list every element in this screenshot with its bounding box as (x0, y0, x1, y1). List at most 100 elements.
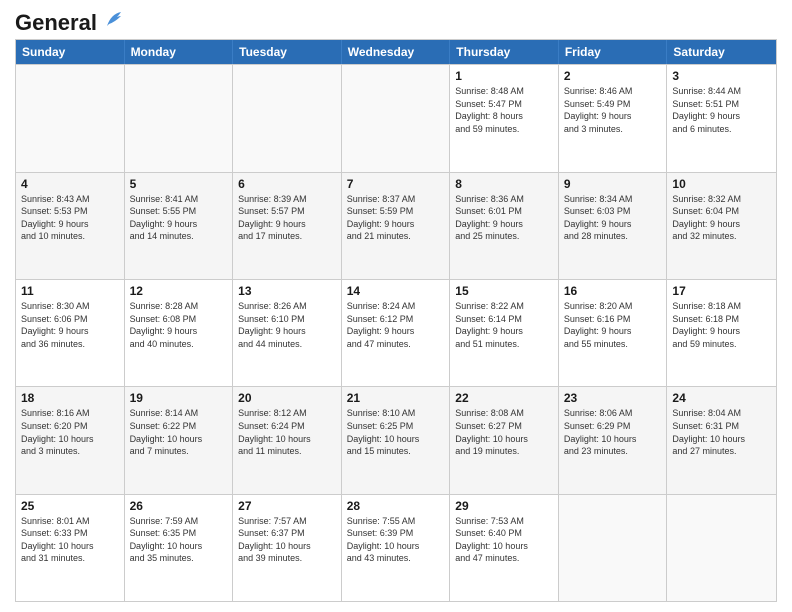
day-number: 20 (238, 391, 336, 405)
day-number: 7 (347, 177, 445, 191)
day-info: Sunrise: 8:01 AM Sunset: 6:33 PM Dayligh… (21, 515, 119, 565)
day-info: Sunrise: 8:39 AM Sunset: 5:57 PM Dayligh… (238, 193, 336, 243)
day-info: Sunrise: 8:08 AM Sunset: 6:27 PM Dayligh… (455, 407, 553, 457)
calendar-row-1: 1 Sunrise: 8:48 AM Sunset: 5:47 PM Daylig… (16, 64, 776, 171)
day-info: Sunrise: 8:10 AM Sunset: 6:25 PM Dayligh… (347, 407, 445, 457)
day-number: 23 (564, 391, 662, 405)
day-number: 2 (564, 69, 662, 83)
day-cell-11: 11 Sunrise: 8:30 AM Sunset: 6:06 PM Dayli… (16, 280, 125, 386)
day-number: 6 (238, 177, 336, 191)
calendar-header: SundayMondayTuesdayWednesdayThursdayFrid… (16, 40, 776, 64)
day-cell-16: 16 Sunrise: 8:20 AM Sunset: 6:16 PM Dayli… (559, 280, 668, 386)
day-number: 25 (21, 499, 119, 513)
day-cell-25: 25 Sunrise: 8:01 AM Sunset: 6:33 PM Dayli… (16, 495, 125, 601)
day-cell-26: 26Sunrise: 7:59 AM Sunset: 6:35 PM Dayli… (125, 495, 234, 601)
day-info: Sunrise: 8:43 AM Sunset: 5:53 PM Dayligh… (21, 193, 119, 243)
day-info: Sunrise: 8:48 AM Sunset: 5:47 PM Dayligh… (455, 85, 553, 135)
day-info: Sunrise: 8:37 AM Sunset: 5:59 PM Dayligh… (347, 193, 445, 243)
day-info: Sunrise: 8:16 AM Sunset: 6:20 PM Dayligh… (21, 407, 119, 457)
day-cell-21: 21 Sunrise: 8:10 AM Sunset: 6:25 PM Dayli… (342, 387, 451, 493)
day-number: 19 (130, 391, 228, 405)
day-info: Sunrise: 8:41 AM Sunset: 5:55 PM Dayligh… (130, 193, 228, 243)
day-info: Sunrise: 8:36 AM Sunset: 6:01 PM Dayligh… (455, 193, 553, 243)
day-cell-29: 29Sunrise: 7:53 AM Sunset: 6:40 PM Dayli… (450, 495, 559, 601)
day-cell-22: 22Sunrise: 8:08 AM Sunset: 6:27 PM Dayli… (450, 387, 559, 493)
day-number: 5 (130, 177, 228, 191)
day-info: Sunrise: 8:18 AM Sunset: 6:18 PM Dayligh… (672, 300, 771, 350)
day-cell-9: 9 Sunrise: 8:34 AM Sunset: 6:03 PM Daylig… (559, 173, 668, 279)
day-info: Sunrise: 8:24 AM Sunset: 6:12 PM Dayligh… (347, 300, 445, 350)
day-cell-23: 23Sunrise: 8:06 AM Sunset: 6:29 PM Dayli… (559, 387, 668, 493)
day-number: 8 (455, 177, 553, 191)
day-number: 18 (21, 391, 119, 405)
day-info: Sunrise: 8:28 AM Sunset: 6:08 PM Dayligh… (130, 300, 228, 350)
weekday-header-tuesday: Tuesday (233, 40, 342, 64)
day-number: 15 (455, 284, 553, 298)
day-info: Sunrise: 8:04 AM Sunset: 6:31 PM Dayligh… (672, 407, 771, 457)
day-info: Sunrise: 8:22 AM Sunset: 6:14 PM Dayligh… (455, 300, 553, 350)
day-cell-13: 13 Sunrise: 8:26 AM Sunset: 6:10 PM Dayli… (233, 280, 342, 386)
day-info: Sunrise: 8:26 AM Sunset: 6:10 PM Dayligh… (238, 300, 336, 350)
calendar-row-4: 18 Sunrise: 8:16 AM Sunset: 6:20 PM Dayli… (16, 386, 776, 493)
day-cell-4: 4 Sunrise: 8:43 AM Sunset: 5:53 PM Daylig… (16, 173, 125, 279)
day-cell-7: 7 Sunrise: 8:37 AM Sunset: 5:59 PM Daylig… (342, 173, 451, 279)
day-cell-18: 18 Sunrise: 8:16 AM Sunset: 6:20 PM Dayli… (16, 387, 125, 493)
day-number: 13 (238, 284, 336, 298)
day-info: Sunrise: 8:32 AM Sunset: 6:04 PM Dayligh… (672, 193, 771, 243)
day-info: Sunrise: 7:57 AM Sunset: 6:37 PM Dayligh… (238, 515, 336, 565)
day-number: 24 (672, 391, 771, 405)
day-number: 10 (672, 177, 771, 191)
calendar-row-5: 25 Sunrise: 8:01 AM Sunset: 6:33 PM Dayli… (16, 494, 776, 601)
day-info: Sunrise: 8:20 AM Sunset: 6:16 PM Dayligh… (564, 300, 662, 350)
day-cell-1: 1 Sunrise: 8:48 AM Sunset: 5:47 PM Daylig… (450, 65, 559, 171)
day-number: 11 (21, 284, 119, 298)
day-number: 21 (347, 391, 445, 405)
logo: General (15, 10, 125, 31)
day-info: Sunrise: 8:30 AM Sunset: 6:06 PM Dayligh… (21, 300, 119, 350)
empty-cell (559, 495, 668, 601)
day-number: 29 (455, 499, 553, 513)
day-cell-20: 20 Sunrise: 8:12 AM Sunset: 6:24 PM Dayli… (233, 387, 342, 493)
day-cell-5: 5 Sunrise: 8:41 AM Sunset: 5:55 PM Daylig… (125, 173, 234, 279)
day-cell-15: 15 Sunrise: 8:22 AM Sunset: 6:14 PM Dayli… (450, 280, 559, 386)
calendar-body: 1 Sunrise: 8:48 AM Sunset: 5:47 PM Daylig… (16, 64, 776, 601)
day-number: 26 (130, 499, 228, 513)
weekday-header-friday: Friday (559, 40, 668, 64)
weekday-header-monday: Monday (125, 40, 234, 64)
empty-cell (342, 65, 451, 171)
day-number: 4 (21, 177, 119, 191)
empty-cell (16, 65, 125, 171)
empty-cell (125, 65, 234, 171)
day-number: 1 (455, 69, 553, 83)
logo-text: General (15, 10, 125, 31)
day-cell-17: 17 Sunrise: 8:18 AM Sunset: 6:18 PM Dayli… (667, 280, 776, 386)
calendar: SundayMondayTuesdayWednesdayThursdayFrid… (15, 39, 777, 602)
day-number: 28 (347, 499, 445, 513)
day-info: Sunrise: 8:14 AM Sunset: 6:22 PM Dayligh… (130, 407, 228, 457)
calendar-row-3: 11 Sunrise: 8:30 AM Sunset: 6:06 PM Dayli… (16, 279, 776, 386)
calendar-row-2: 4 Sunrise: 8:43 AM Sunset: 5:53 PM Daylig… (16, 172, 776, 279)
day-number: 3 (672, 69, 771, 83)
day-cell-27: 27 Sunrise: 7:57 AM Sunset: 6:37 PM Dayli… (233, 495, 342, 601)
day-cell-28: 28 Sunrise: 7:55 AM Sunset: 6:39 PM Dayli… (342, 495, 451, 601)
day-number: 12 (130, 284, 228, 298)
day-number: 9 (564, 177, 662, 191)
day-info: Sunrise: 7:55 AM Sunset: 6:39 PM Dayligh… (347, 515, 445, 565)
empty-cell (667, 495, 776, 601)
day-number: 17 (672, 284, 771, 298)
day-number: 27 (238, 499, 336, 513)
day-cell-6: 6 Sunrise: 8:39 AM Sunset: 5:57 PM Daylig… (233, 173, 342, 279)
day-number: 16 (564, 284, 662, 298)
day-cell-12: 12 Sunrise: 8:28 AM Sunset: 6:08 PM Dayli… (125, 280, 234, 386)
day-cell-19: 19 Sunrise: 8:14 AM Sunset: 6:22 PM Dayli… (125, 387, 234, 493)
day-cell-8: 8 Sunrise: 8:36 AM Sunset: 6:01 PM Daylig… (450, 173, 559, 279)
day-cell-3: 3 Sunrise: 8:44 AM Sunset: 5:51 PM Daylig… (667, 65, 776, 171)
weekday-header-saturday: Saturday (667, 40, 776, 64)
day-info: Sunrise: 8:34 AM Sunset: 6:03 PM Dayligh… (564, 193, 662, 243)
day-cell-2: 2 Sunrise: 8:46 AM Sunset: 5:49 PM Daylig… (559, 65, 668, 171)
header: General (15, 10, 777, 31)
day-info: Sunrise: 8:44 AM Sunset: 5:51 PM Dayligh… (672, 85, 771, 135)
day-info: Sunrise: 8:12 AM Sunset: 6:24 PM Dayligh… (238, 407, 336, 457)
day-info: Sunrise: 8:46 AM Sunset: 5:49 PM Dayligh… (564, 85, 662, 135)
weekday-header-wednesday: Wednesday (342, 40, 451, 64)
